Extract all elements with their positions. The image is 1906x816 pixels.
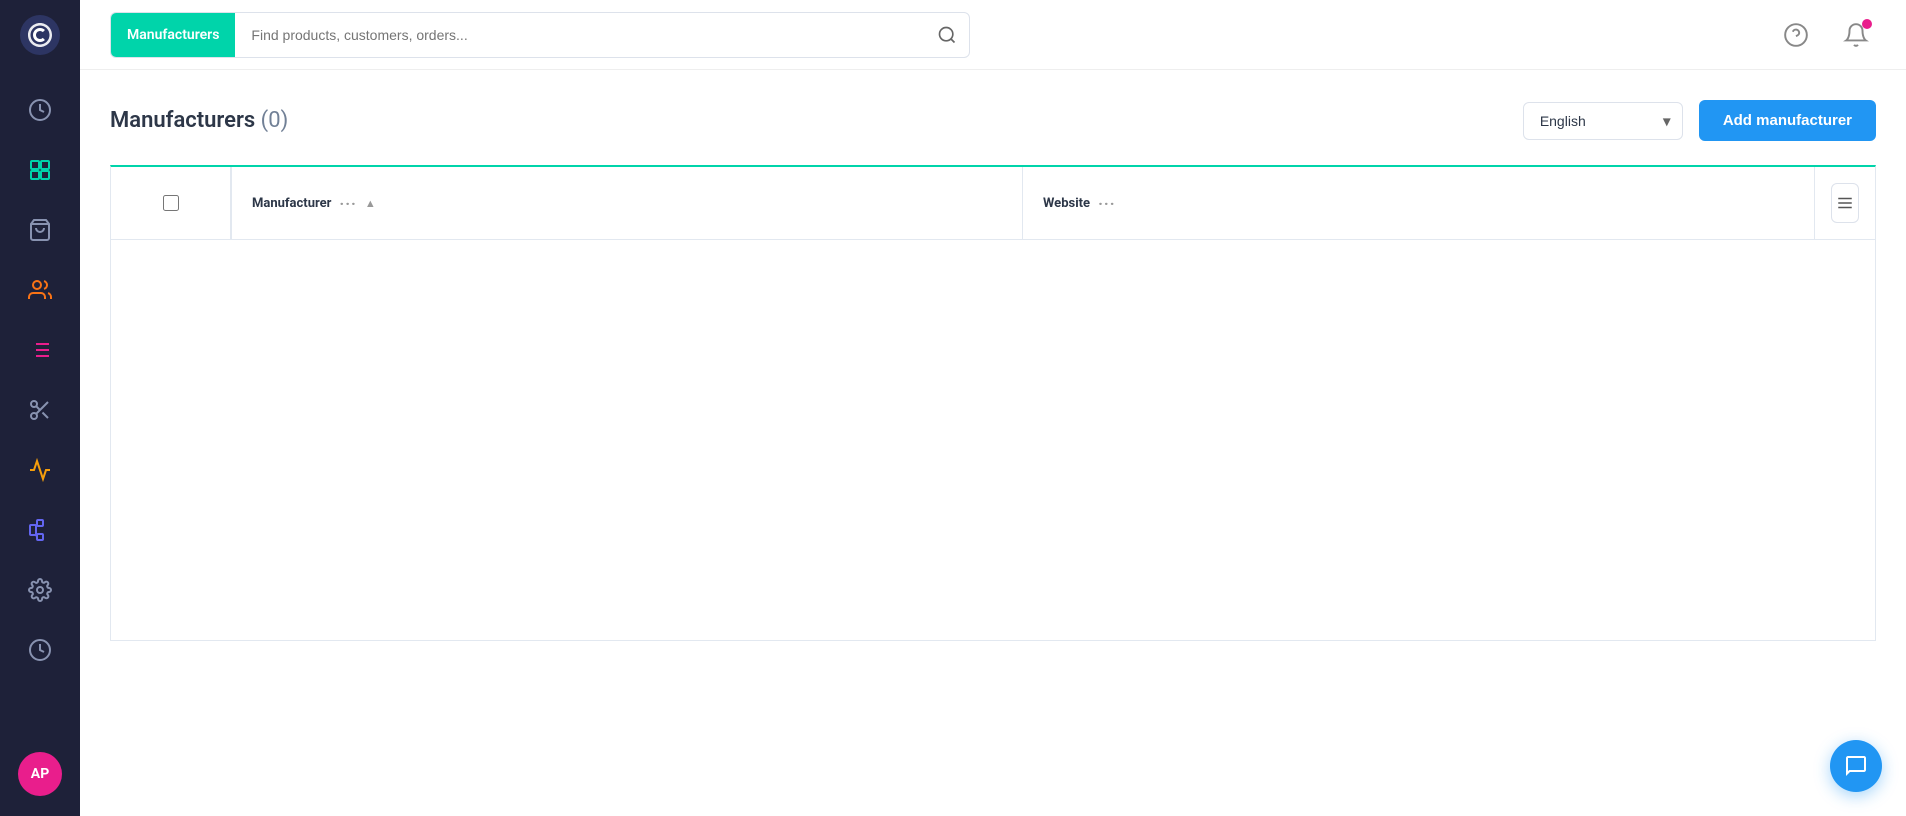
chat-button[interactable] bbox=[1830, 740, 1882, 792]
th-manufacturer-label: Manufacturer bbox=[252, 196, 331, 211]
th-manufacturer: Manufacturer ··· ▲ bbox=[231, 167, 1023, 239]
table-menu-button[interactable] bbox=[1831, 183, 1859, 223]
select-all-checkbox[interactable] bbox=[163, 195, 179, 211]
main-content: Manufacturers bbox=[80, 0, 1906, 816]
topbar: Manufacturers bbox=[80, 0, 1906, 70]
sidebar-nav bbox=[0, 70, 80, 752]
search-icon[interactable] bbox=[925, 13, 969, 57]
language-select-wrapper: English French German Spanish bbox=[1523, 102, 1683, 140]
th-actions bbox=[1815, 167, 1875, 239]
th-checkbox bbox=[111, 167, 231, 239]
logo[interactable] bbox=[0, 0, 80, 70]
manufacturer-count: (0) bbox=[261, 108, 289, 133]
sidebar: AP bbox=[0, 0, 80, 816]
table-header: Manufacturer ··· ▲ Website ··· bbox=[111, 167, 1875, 240]
add-manufacturer-button[interactable]: Add manufacturer bbox=[1699, 100, 1876, 141]
sidebar-item-dashboard[interactable] bbox=[0, 80, 80, 140]
manufacturers-table: Manufacturer ··· ▲ Website ··· bbox=[110, 165, 1876, 641]
sidebar-item-reports[interactable] bbox=[0, 320, 80, 380]
sidebar-item-settings[interactable] bbox=[0, 560, 80, 620]
notification-badge bbox=[1862, 19, 1872, 29]
th-website-dots[interactable]: ··· bbox=[1098, 194, 1115, 213]
sidebar-bottom: AP bbox=[18, 752, 62, 816]
page-header: Manufacturers (0) English French German … bbox=[110, 100, 1876, 141]
help-icon[interactable] bbox=[1776, 15, 1816, 55]
sidebar-item-orders[interactable] bbox=[0, 200, 80, 260]
search-context-tag[interactable]: Manufacturers bbox=[111, 13, 235, 57]
th-manufacturer-sort[interactable]: ▲ bbox=[365, 197, 376, 210]
sidebar-item-activity[interactable] bbox=[0, 620, 80, 680]
language-select[interactable]: English French German Spanish bbox=[1523, 102, 1683, 140]
page-title: Manufacturers (0) bbox=[110, 108, 288, 133]
table-body bbox=[111, 240, 1875, 640]
topbar-actions bbox=[1776, 15, 1876, 55]
sidebar-item-integrations[interactable] bbox=[0, 500, 80, 560]
th-manufacturer-dots[interactable]: ··· bbox=[339, 194, 356, 213]
th-website: Website ··· bbox=[1023, 167, 1815, 239]
notification-icon[interactable] bbox=[1836, 15, 1876, 55]
page-actions: English French German Spanish Add manufa… bbox=[1523, 100, 1876, 141]
th-website-label: Website bbox=[1043, 196, 1090, 211]
sidebar-item-customers[interactable] bbox=[0, 260, 80, 320]
search-bar: Manufacturers bbox=[110, 12, 970, 58]
search-input[interactable] bbox=[235, 13, 925, 57]
sidebar-item-catalog[interactable] bbox=[0, 140, 80, 200]
user-avatar[interactable]: AP bbox=[18, 752, 62, 796]
sidebar-item-tools[interactable] bbox=[0, 380, 80, 440]
sidebar-item-marketing[interactable] bbox=[0, 440, 80, 500]
page-content: Manufacturers (0) English French German … bbox=[80, 70, 1906, 816]
